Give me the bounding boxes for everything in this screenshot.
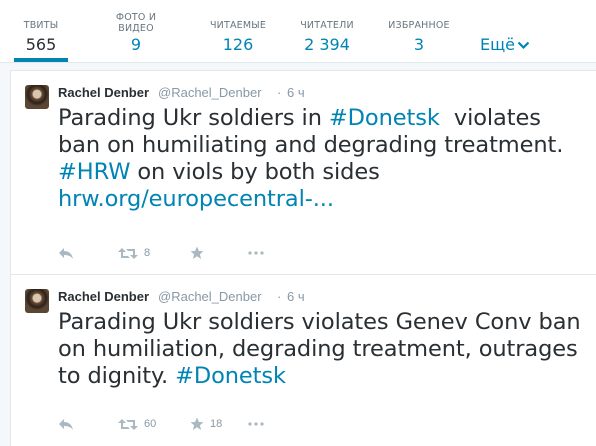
stat-followers-label: ЧИТАТЕЛИ [300,20,354,31]
tweet-actions: 60 18 [58,414,458,434]
stat-photos-videos-value: 9 [130,35,142,54]
reply-icon [59,419,73,430]
retweet-button[interactable]: 8 [118,243,150,263]
retweet-icon [118,247,138,259]
tweet-fullname[interactable]: Rachel Denber [58,85,149,101]
star-icon [190,417,204,430]
more-dots-icon [248,251,264,255]
stat-following-value: 126 [222,35,254,54]
stat-followers[interactable]: ЧИТАТЕЛИ 2 394 [291,0,363,62]
tweet-actions: 8 [58,243,458,263]
stat-followers-value: 2 394 [304,35,350,54]
retweet-icon [118,418,138,430]
more-options-button[interactable] [248,243,264,263]
tweet-separator: · [277,289,282,304]
tweet-text: Parading Ukr soldiers in #Donetsk violat… [58,105,588,213]
tweet[interactable]: Rachel Denber @Rachel_Denber · 6 ч Parad… [11,275,596,446]
hashtag-link[interactable]: #Donetsk [329,105,440,131]
more-options-button[interactable] [248,414,264,434]
stat-photos-videos[interactable]: ФОТО И ВИДЕО 9 [103,0,169,62]
favorite-count: 18 [210,418,223,430]
tweet-timeline: Rachel Denber @Rachel_Denber · 6 ч Parad… [10,70,596,446]
avatar[interactable] [25,85,49,109]
avatar[interactable] [25,289,49,313]
stat-following[interactable]: ЧИТАЕМЫЕ 126 [198,0,278,62]
reply-button[interactable] [58,414,74,434]
url-link[interactable]: hrw.org/europecentral-... [58,186,334,212]
tweet-username[interactable]: @Rachel_Denber [158,85,262,101]
tweet-timestamp[interactable]: 6 ч [287,289,305,305]
chevron-down-icon [517,41,530,50]
tweet[interactable]: Rachel Denber @Rachel_Denber · 6 ч Parad… [11,71,596,275]
stat-favorites[interactable]: ИЗБРАННОЕ 3 [376,0,462,62]
retweet-count: 60 [144,418,157,430]
stat-favorites-value: 3 [413,35,425,54]
reply-icon [59,248,73,259]
retweet-count: 8 [144,247,151,259]
tweet-separator: · [277,85,282,100]
more-label: Ещё [480,35,516,54]
star-icon [190,246,204,259]
stat-tweets-value: 565 [25,35,57,54]
profile-stats-nav: ТВИТЫ 565 ФОТО И ВИДЕО 9 ЧИТАЕМЫЕ 126 ЧИ… [0,0,596,63]
tweet-username[interactable]: @Rachel_Denber [158,289,262,305]
stat-favorites-label: ИЗБРАННОЕ [388,20,450,31]
stat-photos-videos-label: ФОТО И ВИДЕО [115,12,157,34]
hashtag-link[interactable]: #Donetsk [175,363,286,389]
favorite-button[interactable]: 18 [190,414,222,434]
more-button[interactable]: Ещё [480,36,530,54]
reply-button[interactable] [58,243,74,263]
stat-tweets[interactable]: ТВИТЫ 565 [14,0,68,62]
stat-following-label: ЧИТАЕМЫЕ [209,20,267,31]
tweet-timestamp[interactable]: 6 ч [287,85,305,101]
tweet-text-part: Parading Ukr soldiers violates Genev Con… [58,309,581,389]
hashtag-link[interactable]: #HRW [58,159,130,185]
retweet-button[interactable]: 60 [118,414,156,434]
tweet-text-part: Parading Ukr soldiers in [58,105,329,131]
profile-page: ТВИТЫ 565 ФОТО И ВИДЕО 9 ЧИТАЕМЫЕ 126 ЧИ… [0,0,596,446]
tweet-text: Parading Ukr soldiers violates Genev Con… [58,309,588,390]
stat-tweets-label: ТВИТЫ [23,20,59,31]
tweet-fullname[interactable]: Rachel Denber [58,289,149,305]
tweet-text-part: on viols by both sides [130,159,380,185]
favorite-button[interactable] [190,243,210,263]
more-dots-icon [248,422,264,426]
